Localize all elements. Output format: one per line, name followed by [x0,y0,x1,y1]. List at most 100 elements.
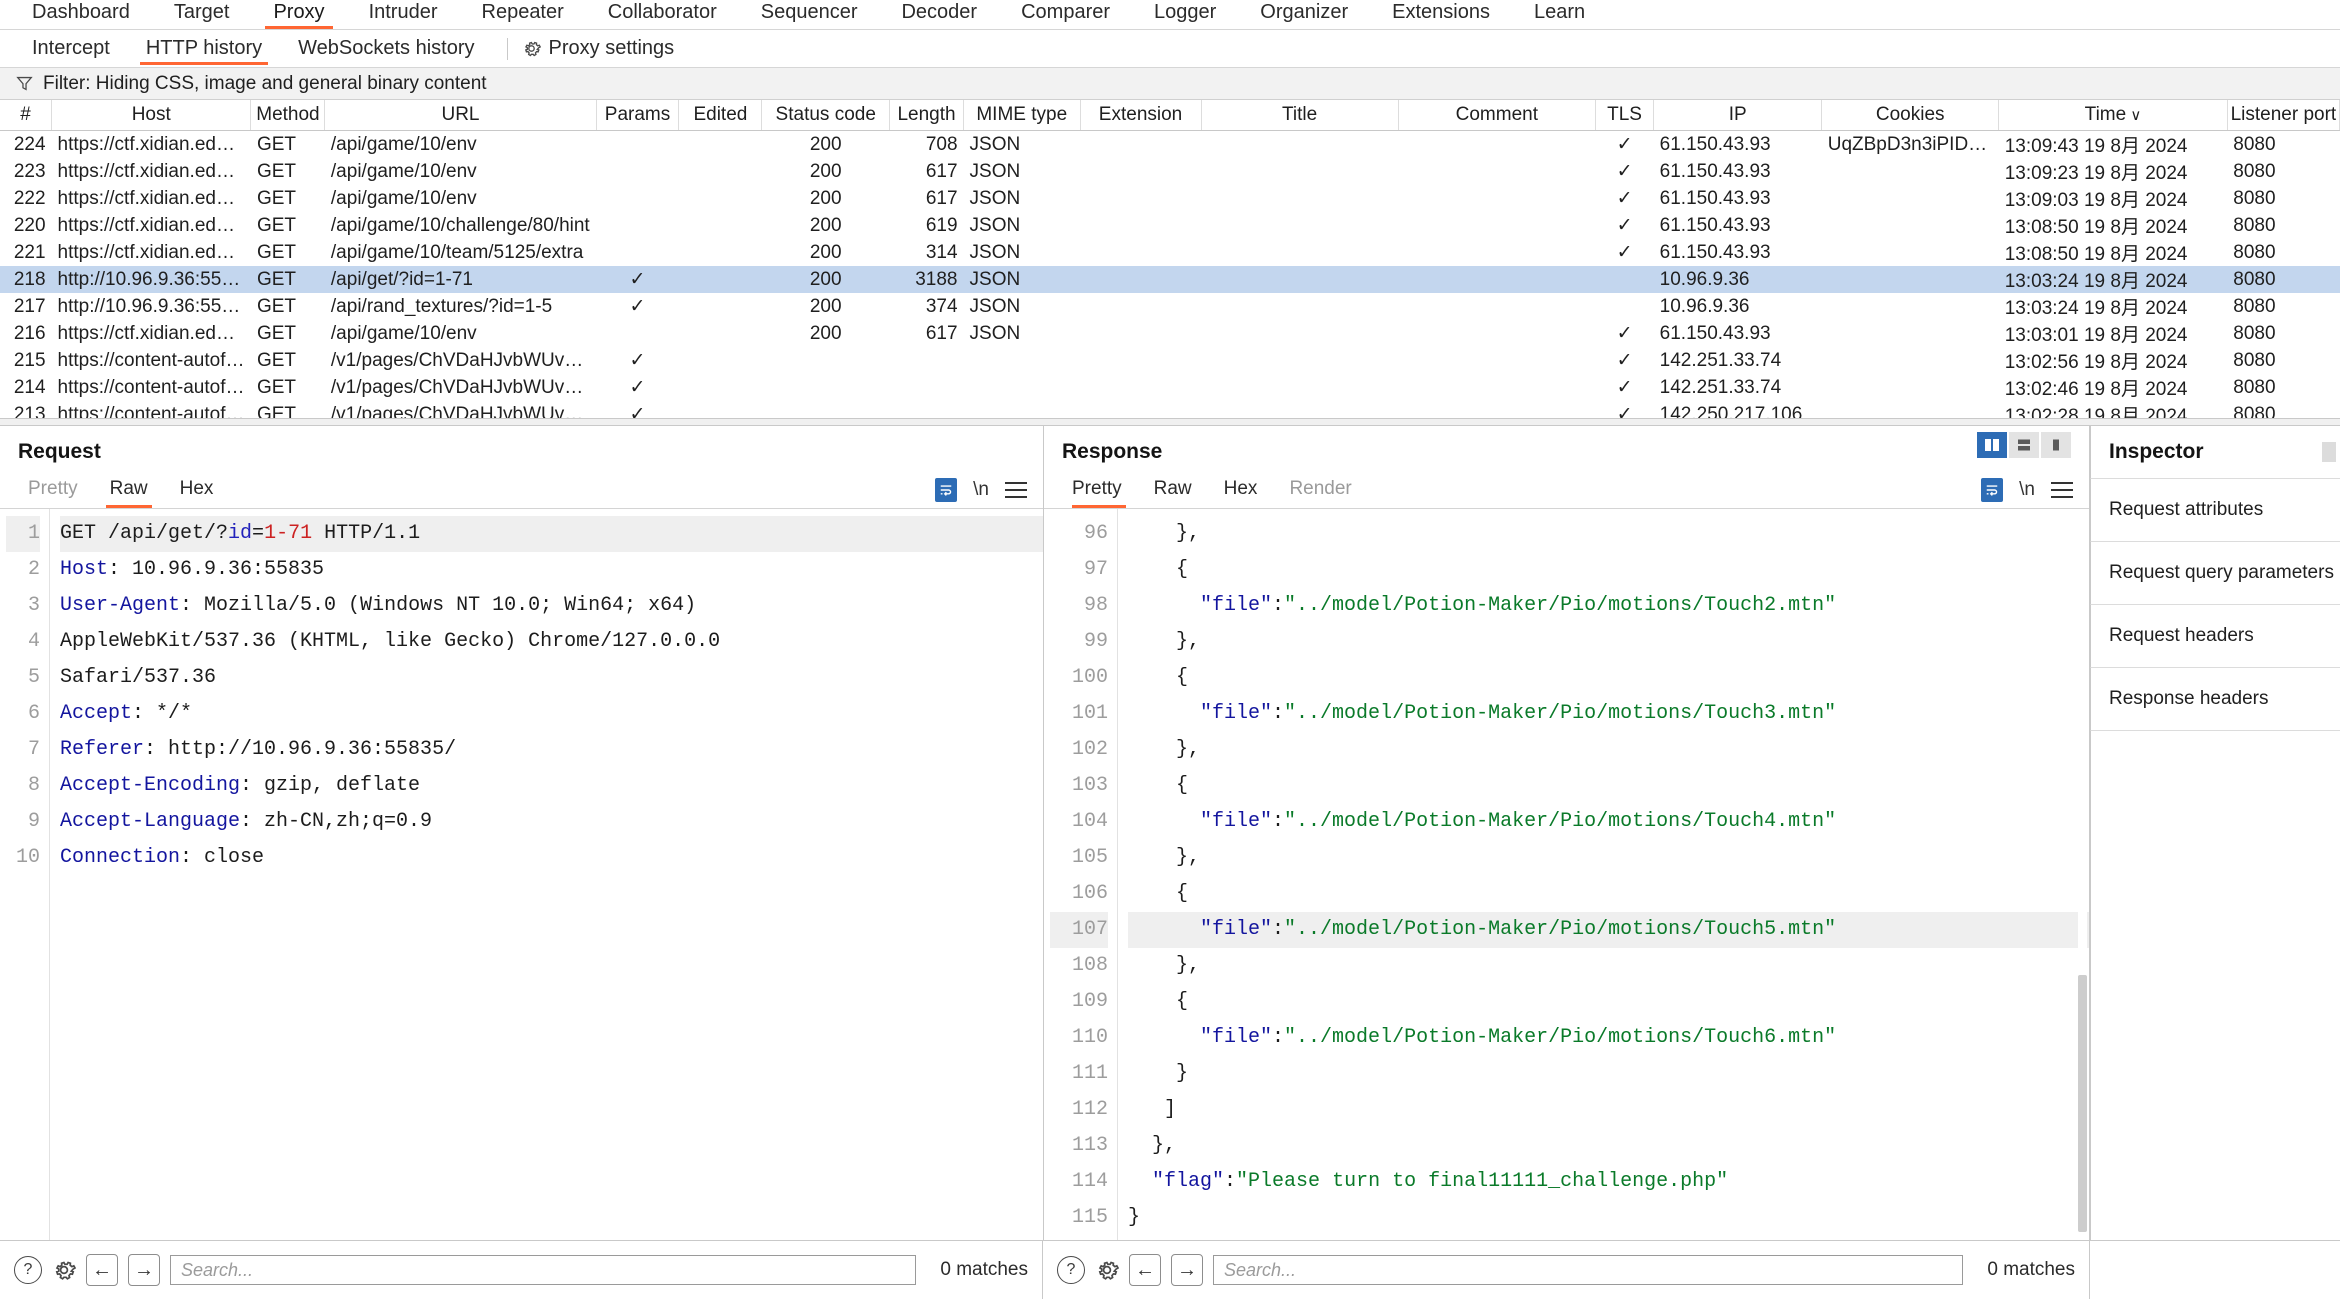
cell-host: https://ctf.xidian.edu.cn [57,214,251,236]
inspector-collapse-button[interactable] [2322,442,2336,462]
column-header-time[interactable]: Time ∨ [1998,100,2228,131]
main-tab-sequencer[interactable]: Sequencer [739,0,880,29]
table-row[interactable]: 223 https://ctf.xidian.edu.cn GET/api/game… [0,158,2340,185]
response-token: : [1272,594,1285,617]
column-header-mime-type[interactable]: MIME type [963,100,1081,131]
response-editor[interactable]: 96 97 98 99 100 101 102 103 104 105 106 107 108 109 11… [1044,508,2089,1240]
column-header-host[interactable]: Host [51,100,252,131]
main-tab-intruder[interactable]: Intruder [347,0,460,29]
layout-horizontal-split-button[interactable] [2009,432,2039,458]
request-tab-pretty[interactable]: Pretty [16,478,94,508]
table-row[interactable]: 216 https://ctf.xidian.edu.cn GET/api/game… [0,320,2340,347]
cell-edited [679,320,762,347]
response-search-next-button[interactable]: → [1171,1254,1203,1286]
column-header-url[interactable]: URL [324,100,597,131]
main-tab-decoder[interactable]: Decoder [879,0,999,29]
cell-cookies [1822,239,1999,266]
request-settings-icon[interactable] [52,1258,76,1282]
column-header-ip[interactable]: IP [1653,100,1823,131]
cell-ip: 142.251.33.74 [1659,376,1782,398]
request-search-input[interactable]: Search... [170,1255,917,1285]
request-token: id [228,522,253,545]
column-header-cookies[interactable]: Cookies [1821,100,2000,131]
main-tab-dashboard[interactable]: Dashboard [10,0,152,29]
request-tab-raw[interactable]: Raw [94,478,164,508]
response-search-input[interactable]: Search... [1213,1255,1964,1285]
cell-cookies [1822,320,1999,347]
table-row[interactable]: 217 http://10.96.9.36:55835 GET/api/rand_t… [0,293,2340,320]
column-header-status-code[interactable]: Status code [761,100,891,131]
request-tab-hex[interactable]: Hex [164,478,230,508]
response-token: : [1224,1170,1237,1193]
sub-tab-http-history[interactable]: HTTP history [128,30,280,68]
table-row[interactable]: 215 https://content-autofill.googl...GET /… [0,347,2340,374]
layout-tabs-button[interactable] [2041,432,2071,458]
request-search-prev-button[interactable]: ← [86,1254,118,1286]
column-header-comment[interactable]: Comment [1398,100,1596,131]
table-row[interactable]: 213 https://content-autofill.googl... GET /… [0,401,2340,419]
sub-tab-websockets-history[interactable]: WebSockets history [280,30,492,68]
column-header-[interactable]: # [0,100,53,131]
response-content[interactable]: }, { "file":"../model/Potion-Maker/Pio/m… [1118,509,2089,1240]
column-header-title[interactable]: Title [1201,100,1399,131]
column-header-method[interactable]: Method [250,100,326,131]
inspector-item-request-query-parameters[interactable]: Request query parameters [2090,541,2340,604]
response-wrap-toggle[interactable] [1981,478,2004,502]
request-newline-label[interactable]: \n [973,479,989,501]
table-row[interactable]: 220 https://ctf.xidian.edu.cn GET/api/game… [0,212,2340,239]
column-header-tls[interactable]: TLS [1595,100,1655,131]
request-search-next-button[interactable]: → [128,1254,160,1286]
request-editor[interactable]: 1 2 3 4 5 6 7 8 9 10 GET /api/get/?id=1-71 HTTP/1… [0,508,1043,1240]
horizontal-splitter[interactable] [0,418,2340,426]
main-tab-collaborator[interactable]: Collaborator [586,0,739,29]
table-row[interactable]: 224 https://ctf.xidian.edu.cn GET/api/game… [0,131,2340,159]
response-tab-render[interactable]: Render [1273,478,1367,508]
layout-vertical-split-button[interactable] [1977,432,2007,458]
response-token: : [1272,702,1285,725]
table-row[interactable]: 221 https://ctf.xidian.edu.cn GET/api/game… [0,239,2340,266]
table-row[interactable]: 218 http://10.96.9.36:55835 GET/api/get/?i… [0,266,2340,293]
inspector-item-response-headers[interactable]: Response headers [2090,667,2340,730]
response-search-prev-button[interactable]: ← [1129,1254,1161,1286]
sub-tab-intercept[interactable]: Intercept [14,30,128,68]
main-tab-learn[interactable]: Learn [1512,0,1607,29]
response-menu-icon[interactable] [2051,482,2073,498]
request-content[interactable]: GET /api/get/?id=1-71 HTTP/1.1 Host: 10.9… [50,509,1043,1240]
response-line-number: 110 [1071,1026,1108,1049]
request-wrap-toggle[interactable] [935,478,958,502]
response-code-line: { [1128,984,2089,1020]
http-history-table[interactable]: # Host Method URL Params Edited Status code Len… [0,100,2340,418]
request-help-icon[interactable]: ? [14,1256,42,1284]
cell-extension [1080,239,1201,266]
column-header-edited[interactable]: Edited [678,100,763,131]
response-scrollbar[interactable] [2078,617,2087,1234]
response-tab-hex[interactable]: Hex [1208,478,1274,508]
response-code-line: "file":"../model/Potion-Maker/Pio/motion… [1128,696,2089,732]
inspector-item-request-attributes[interactable]: Request attributes [2090,478,2340,541]
response-tab-pretty[interactable]: Pretty [1060,478,1138,508]
cell-length: 617 [925,160,958,182]
column-header-listener-port[interactable]: Listener port [2227,100,2340,131]
response-newline-label[interactable]: \n [2019,479,2035,501]
main-tab-logger[interactable]: Logger [1132,0,1238,29]
column-header-length[interactable]: Length [889,100,965,131]
response-search-placeholder: Search... [1224,1259,1297,1280]
main-tab-organizer[interactable]: Organizer [1238,0,1370,29]
main-tab-target[interactable]: Target [152,0,252,29]
inspector-item-request-headers[interactable]: Request headers [2090,604,2340,667]
filter-bar[interactable]: Filter: Hiding CSS, image and general bi… [0,68,2340,100]
inspector-item-label: Request query parameters [2109,562,2334,583]
main-tab-proxy[interactable]: Proxy [251,0,346,29]
table-row[interactable]: 214 https://content-autofill.googl...GET /… [0,374,2340,401]
main-tab-comparer[interactable]: Comparer [999,0,1132,29]
response-help-icon[interactable]: ? [1057,1256,1085,1284]
main-tab-repeater[interactable]: Repeater [460,0,586,29]
response-tab-raw[interactable]: Raw [1138,478,1208,508]
response-settings-icon[interactable] [1095,1258,1119,1282]
proxy-settings-button[interactable]: Proxy settings [522,37,674,60]
table-row[interactable]: 222 https://ctf.xidian.edu.cn GET/api/game… [0,185,2340,212]
request-menu-icon[interactable] [1005,482,1027,498]
column-header-params[interactable]: Params [596,100,680,131]
main-tab-extensions[interactable]: Extensions [1370,0,1512,29]
column-header-extension[interactable]: Extension [1080,100,1202,131]
